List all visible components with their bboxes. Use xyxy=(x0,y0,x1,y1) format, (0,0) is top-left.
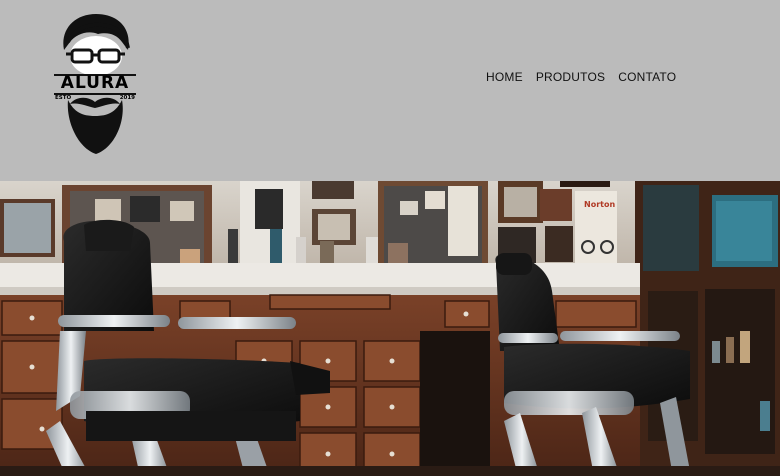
est-year: 2019 xyxy=(119,95,135,101)
hero-banner: Norton xyxy=(0,181,780,476)
barbershop-photo: Norton xyxy=(0,181,780,476)
nav-produtos-link[interactable]: PRODUTOS xyxy=(536,70,605,84)
nav-home-link[interactable]: HOME xyxy=(486,70,523,84)
nav-contato-link[interactable]: CONTATO xyxy=(618,70,676,84)
alura-logo[interactable]: ALURA ESTO 2019 xyxy=(52,12,138,156)
norton-poster-text: Norton xyxy=(584,200,615,209)
site-header: ALURA ESTO 2019 HOME PRODUTOS CONTATO xyxy=(0,0,780,181)
est-label: ESTO xyxy=(55,95,72,101)
main-nav: HOME PRODUTOS CONTATO xyxy=(486,70,676,84)
brand-name: ALURA xyxy=(60,73,130,93)
